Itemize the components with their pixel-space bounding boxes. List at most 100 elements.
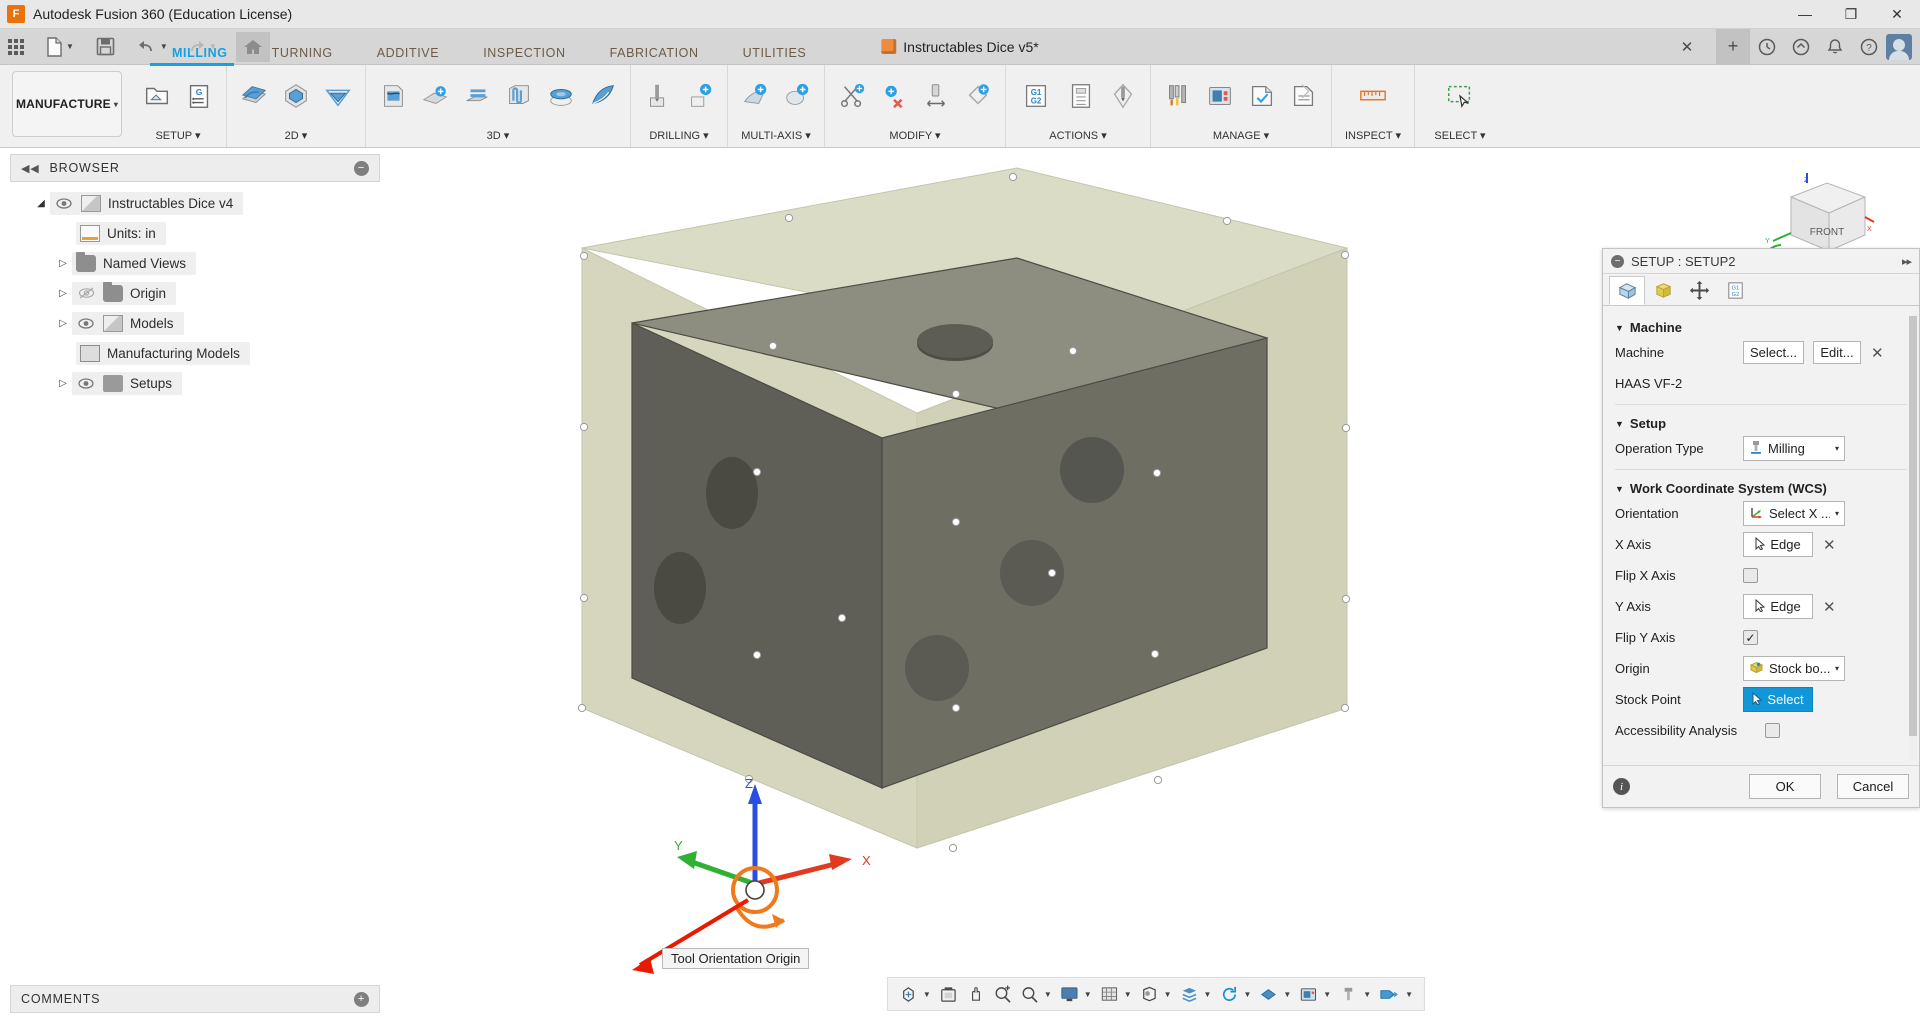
minimize-button[interactable]: — bbox=[1782, 0, 1828, 29]
expand-arrow-icon[interactable]: ▷ bbox=[54, 318, 72, 329]
ribbon-panel-multiaxis-label[interactable]: MULTI-AXIS ▾ bbox=[734, 129, 818, 147]
visibility-eye-icon[interactable] bbox=[76, 375, 96, 391]
flip-x-axis-checkbox[interactable] bbox=[1743, 568, 1758, 583]
flip-y-axis-checkbox[interactable]: ✓ bbox=[1743, 630, 1758, 645]
pocket-clearing-icon[interactable] bbox=[414, 71, 456, 121]
visibility-eye-icon[interactable] bbox=[54, 195, 74, 211]
pocket-2d-icon[interactable] bbox=[317, 71, 359, 121]
tree-node-origin[interactable]: ▷ Origin bbox=[10, 278, 380, 308]
section-collapse-icon[interactable]: ▼ bbox=[1615, 484, 1624, 494]
accessibility-analysis-checkbox[interactable] bbox=[1765, 723, 1780, 738]
zoom-in-icon[interactable] bbox=[990, 984, 1015, 1004]
section-collapse-icon[interactable]: ▼ bbox=[1615, 323, 1624, 333]
appearance-icon[interactable]: ▼ bbox=[1256, 985, 1294, 1004]
zoom-window-icon[interactable]: ▼ bbox=[1017, 985, 1055, 1004]
ribbon-panel-drilling-label[interactable]: DRILLING ▾ bbox=[637, 129, 721, 147]
tab-utilities[interactable]: UTILITIES bbox=[721, 43, 829, 63]
dialog-header[interactable]: − SETUP : SETUP2 ▸▸ bbox=[1603, 249, 1919, 274]
app-grid-icon[interactable] bbox=[3, 32, 29, 62]
transform-icon[interactable] bbox=[957, 71, 999, 121]
tree-node-models[interactable]: ▷ Models bbox=[10, 308, 380, 338]
simulation-icon[interactable]: ▼ bbox=[1376, 985, 1416, 1004]
ok-button[interactable]: OK bbox=[1749, 774, 1821, 799]
orientation-select[interactable]: Select X ... ▾ bbox=[1743, 501, 1845, 526]
dialog-collapse-icon[interactable]: − bbox=[1611, 254, 1624, 268]
section-collapse-icon[interactable]: ▼ bbox=[1615, 419, 1624, 429]
tool-view-icon[interactable]: ▼ bbox=[1336, 985, 1374, 1004]
save-icon[interactable] bbox=[91, 32, 120, 62]
display-settings-icon[interactable]: ▼ bbox=[1057, 985, 1095, 1004]
user-avatar[interactable] bbox=[1886, 29, 1920, 65]
browser-header[interactable]: ◀◀ BROWSER − bbox=[10, 154, 380, 182]
refresh-icon[interactable]: ▼ bbox=[1216, 985, 1254, 1004]
tab-fabrication[interactable]: FABRICATION bbox=[588, 43, 721, 63]
tree-node-setups[interactable]: ▷ Setups bbox=[10, 368, 380, 398]
dialog-tab-post-process[interactable] bbox=[1681, 276, 1717, 305]
delete-toolpath-icon[interactable] bbox=[873, 71, 915, 121]
section-setup[interactable]: ▼ Setup bbox=[1603, 410, 1919, 433]
ramp-icon[interactable] bbox=[540, 71, 582, 121]
chevron-down-icon[interactable]: ▾ bbox=[1835, 444, 1839, 453]
measure-icon[interactable] bbox=[1352, 71, 1394, 121]
document-close-button[interactable]: ✕ bbox=[1670, 29, 1704, 65]
simulate-icon[interactable] bbox=[1102, 71, 1144, 121]
contour-icon[interactable] bbox=[498, 71, 540, 121]
expand-arrow-icon[interactable]: ▷ bbox=[54, 378, 72, 389]
face-icon[interactable] bbox=[233, 71, 275, 121]
orbit-icon[interactable]: ▼ bbox=[896, 985, 934, 1004]
operation-type-select[interactable]: Milling ▾ bbox=[1743, 436, 1845, 461]
dialog-tab-program[interactable]: G1 G2 bbox=[1717, 276, 1753, 305]
ribbon-panel-select-label[interactable]: SELECT ▾ bbox=[1421, 129, 1499, 147]
layers-icon[interactable]: ▼ bbox=[1177, 985, 1215, 1004]
drill-icon[interactable] bbox=[637, 71, 679, 121]
machine-edit-button[interactable]: Edit... bbox=[1812, 341, 1861, 364]
job-status-icon[interactable] bbox=[1750, 29, 1784, 65]
chevron-down-icon[interactable]: ▾ bbox=[1835, 509, 1839, 518]
comments-panel[interactable]: COMMENTS + bbox=[10, 985, 380, 1013]
machine-view-icon[interactable]: ▼ bbox=[1296, 985, 1334, 1004]
tree-node-instructables-dice-v4[interactable]: ◢ Instructables Dice v4 bbox=[10, 188, 380, 218]
machine-library-icon[interactable] bbox=[1199, 71, 1241, 121]
generate-icon[interactable] bbox=[1241, 71, 1283, 121]
scallop-icon[interactable] bbox=[582, 71, 624, 121]
x-axis-pick-button[interactable]: Edge bbox=[1743, 532, 1813, 557]
collapse-left-icon[interactable]: ◀◀ bbox=[21, 162, 40, 175]
ribbon-panel-3d-label[interactable]: 3D ▾ bbox=[372, 129, 624, 147]
origin-select[interactable]: Stock bo... ▾ bbox=[1743, 656, 1845, 681]
expand-arrow-icon[interactable]: ▷ bbox=[54, 288, 72, 299]
post-process-icon[interactable]: G1 G2 bbox=[1012, 71, 1060, 121]
adaptive-2d-icon[interactable] bbox=[275, 71, 317, 121]
setup-sheet-icon[interactable] bbox=[1060, 71, 1102, 121]
tab-milling[interactable]: MILLING bbox=[150, 43, 250, 63]
visibility-eye-off-icon[interactable] bbox=[76, 285, 96, 301]
tree-node-units[interactable]: Units: in bbox=[10, 218, 380, 248]
pan-icon[interactable] bbox=[963, 985, 988, 1004]
add-comment-button[interactable]: + bbox=[354, 991, 369, 1007]
viewports-icon[interactable]: ▼ bbox=[1137, 985, 1175, 1004]
machine-clear-button[interactable]: ✕ bbox=[1871, 344, 1884, 362]
parallel-icon[interactable] bbox=[456, 71, 498, 121]
ribbon-panel-setup-label[interactable]: SETUP ▾ bbox=[136, 129, 220, 147]
y-axis-clear-button[interactable]: ✕ bbox=[1823, 598, 1836, 616]
add-tab-button[interactable]: + bbox=[1716, 28, 1750, 65]
swarf-icon[interactable] bbox=[734, 71, 776, 121]
tab-additive[interactable]: ADDITIVE bbox=[355, 43, 461, 63]
new-document-caret-icon[interactable]: ▼ bbox=[66, 42, 74, 51]
machine-select-button[interactable]: Select... bbox=[1743, 341, 1804, 364]
close-button[interactable]: ✕ bbox=[1874, 0, 1920, 29]
setup-icon[interactable] bbox=[136, 71, 178, 121]
tool-library-icon[interactable] bbox=[1157, 71, 1199, 121]
dialog-scrollbar-thumb[interactable] bbox=[1909, 316, 1917, 736]
ribbon-panel-2d-label[interactable]: 2D ▾ bbox=[233, 129, 359, 147]
adaptive-3d-icon[interactable] bbox=[372, 71, 414, 121]
bore-icon[interactable] bbox=[679, 71, 721, 121]
new-document-icon[interactable]: ▼ bbox=[41, 32, 79, 62]
browser-minimize-button[interactable]: − bbox=[354, 160, 369, 176]
ribbon-panel-manage-label[interactable]: MANAGE ▾ bbox=[1157, 129, 1325, 147]
info-icon[interactable]: i bbox=[1613, 778, 1630, 795]
dialog-tab-setup[interactable] bbox=[1609, 276, 1645, 305]
section-wcs[interactable]: ▼ Work Coordinate System (WCS) bbox=[1603, 475, 1919, 498]
look-at-icon[interactable] bbox=[936, 985, 961, 1004]
y-axis-pick-button[interactable]: Edge bbox=[1743, 594, 1813, 619]
chevron-down-icon[interactable]: ▾ bbox=[1835, 664, 1839, 673]
